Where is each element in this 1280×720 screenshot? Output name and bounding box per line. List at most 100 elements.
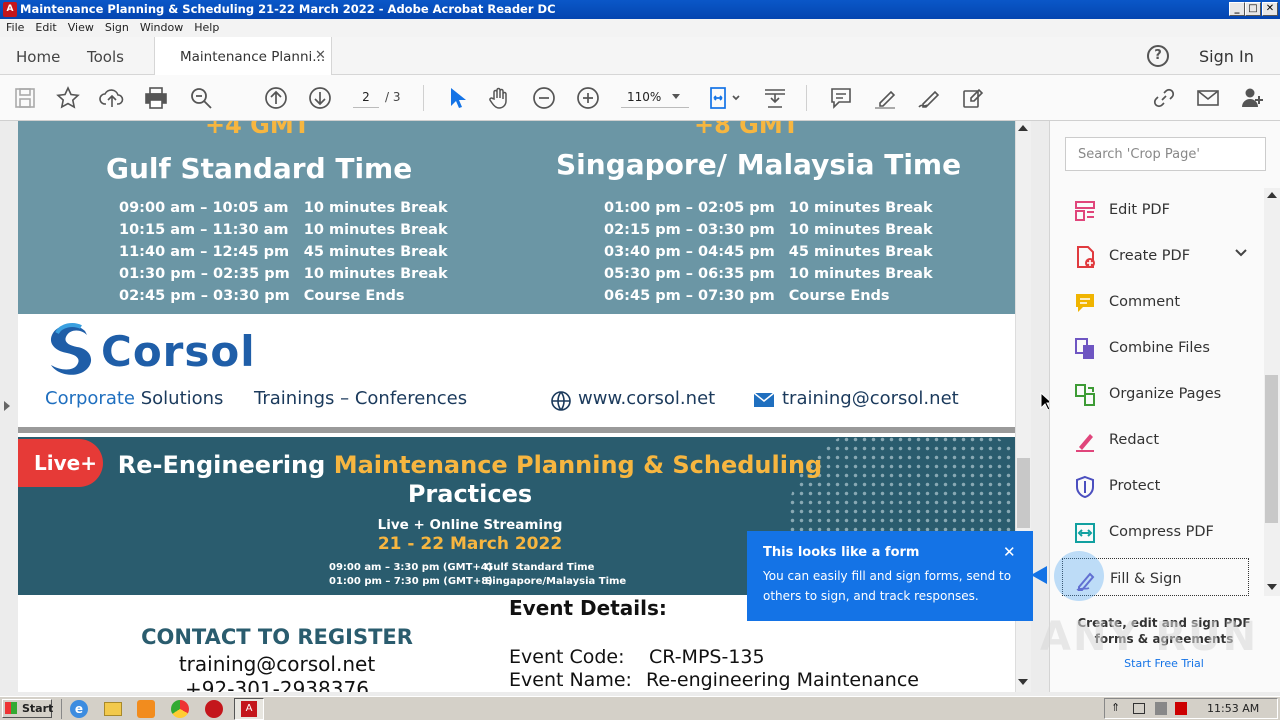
schedule-note: 10 minutes Break bbox=[788, 266, 933, 282]
popup-close-icon[interactable]: ✕ bbox=[1003, 543, 1016, 561]
help-icon[interactable]: ? bbox=[1147, 45, 1169, 67]
tools-search-input[interactable]: Search 'Crop Page' bbox=[1065, 137, 1266, 171]
highlight-pen-icon[interactable] bbox=[872, 85, 898, 111]
contact-email[interactable]: training@corsol.net bbox=[18, 652, 536, 676]
tab-home[interactable]: Home bbox=[16, 48, 60, 66]
previous-page-icon[interactable] bbox=[263, 85, 289, 111]
tool-label: Create PDF bbox=[1109, 248, 1191, 264]
schedule-time: 06:45 pm – 07:30 pm bbox=[604, 288, 775, 304]
tools-panel-scrollbar[interactable] bbox=[1264, 188, 1280, 596]
banner-zone-2: Singapore/Malaysia Time bbox=[485, 576, 627, 587]
tool-redact[interactable]: Redact bbox=[1062, 420, 1249, 458]
maximize-button[interactable]: □ bbox=[1245, 2, 1261, 16]
menu-sign[interactable]: Sign bbox=[99, 19, 134, 34]
internet-explorer-icon[interactable]: e bbox=[70, 700, 88, 718]
zoom-search-icon[interactable] bbox=[188, 85, 214, 111]
add-user-icon[interactable] bbox=[1239, 85, 1265, 111]
chrome-icon[interactable] bbox=[171, 700, 189, 718]
tool-combine-files[interactable]: Combine Files bbox=[1062, 328, 1249, 366]
windows-flag-icon bbox=[5, 702, 17, 714]
zoom-out-icon[interactable] bbox=[531, 85, 557, 111]
scroll-mode-icon[interactable] bbox=[762, 85, 788, 111]
taskbar: Start e A ⇑ 11:53 AM bbox=[0, 696, 1280, 720]
tab-document[interactable]: Maintenance Planni... ✕ bbox=[154, 37, 332, 76]
banner-title: Re-Engineering Maintenance Planning & Sc… bbox=[18, 451, 922, 479]
schedule-time: 05:30 pm – 06:35 pm bbox=[604, 266, 775, 282]
schedule-time: 10:15 am – 11:30 am bbox=[119, 222, 289, 238]
tab-document-label: Maintenance Planni... bbox=[180, 49, 326, 65]
fill-sign-highlight bbox=[1054, 551, 1104, 601]
banner-title-reengineering: Re-Engineering bbox=[117, 451, 326, 479]
security-app-icon[interactable] bbox=[205, 700, 223, 718]
tool-protect[interactable]: Protect bbox=[1062, 466, 1249, 504]
upload-cloud-icon[interactable] bbox=[99, 85, 125, 111]
schedule-time: 09:00 am – 10:05 am bbox=[119, 200, 289, 216]
sign-in-link[interactable]: Sign In bbox=[1199, 47, 1254, 66]
page-number-input[interactable]: 2 bbox=[353, 86, 379, 108]
taskbar-divider bbox=[61, 699, 62, 719]
left-schedule-table: 09:00 am – 10:05 am 10 minutes Break 10:15… bbox=[111, 196, 456, 308]
comment-icon[interactable] bbox=[828, 85, 854, 111]
menu-view[interactable]: View bbox=[62, 19, 99, 34]
menu-file[interactable]: File bbox=[0, 19, 29, 34]
menu-window[interactable]: Window bbox=[134, 19, 188, 34]
schedule-note: 45 minutes Break bbox=[303, 244, 448, 260]
schedule-note: Course Ends bbox=[788, 288, 890, 304]
print-icon[interactable] bbox=[143, 85, 169, 111]
chevron-down-icon[interactable] bbox=[1234, 248, 1248, 258]
form-detected-popup: This looks like a form ✕ You can easily … bbox=[747, 531, 1033, 621]
schedule-row: 02:15 pm – 03:30 pm 10 minutes Break bbox=[598, 220, 939, 240]
zoom-in-icon[interactable] bbox=[575, 85, 601, 111]
email-icon[interactable] bbox=[1195, 85, 1221, 111]
banner-title-practices: Practices bbox=[407, 480, 533, 508]
save-icon[interactable] bbox=[12, 85, 38, 111]
tool-organize-pages[interactable]: Organize Pages bbox=[1062, 374, 1249, 412]
website-link[interactable]: www.corsol.net bbox=[578, 388, 715, 409]
tool-compress-pdf[interactable]: Compress PDF bbox=[1062, 512, 1249, 550]
menu-edit[interactable]: Edit bbox=[29, 19, 61, 34]
tools-panel: Search 'Crop Page' Edit PDF Create PDF Com… bbox=[1049, 121, 1280, 692]
menu-help[interactable]: Help bbox=[188, 19, 224, 34]
brand-section: Corsol Corporate Solutions Trainings – C… bbox=[18, 314, 1015, 429]
tool-edit-pdf[interactable]: Edit PDF bbox=[1062, 190, 1249, 228]
scroll-down-icon[interactable] bbox=[1018, 679, 1028, 685]
panel-scroll-thumb[interactable] bbox=[1265, 375, 1278, 523]
email-link[interactable]: training@corsol.net bbox=[782, 388, 959, 409]
tool-label: Fill & Sign bbox=[1110, 571, 1182, 587]
share-link-icon[interactable] bbox=[1151, 85, 1177, 111]
sign-pen-icon[interactable] bbox=[916, 85, 942, 111]
tray-expand-icon[interactable]: ⇑ bbox=[1111, 701, 1120, 714]
minimize-button[interactable]: _ bbox=[1229, 2, 1245, 16]
fit-page-icon[interactable] bbox=[707, 85, 740, 111]
close-tab-icon[interactable]: ✕ bbox=[315, 48, 326, 63]
network-icon[interactable] bbox=[1133, 703, 1145, 714]
hand-tool-icon[interactable] bbox=[487, 85, 513, 111]
close-window-button[interactable]: ✕ bbox=[1262, 2, 1278, 16]
volume-icon[interactable] bbox=[1155, 702, 1167, 715]
next-page-icon[interactable] bbox=[307, 85, 333, 111]
alert-icon[interactable] bbox=[1175, 702, 1187, 715]
schedule-time: 02:15 pm – 03:30 pm bbox=[604, 222, 775, 238]
acrobat-taskbar-button[interactable]: A bbox=[234, 698, 264, 720]
left-panel-toggle-icon[interactable] bbox=[4, 401, 10, 411]
scroll-thumb[interactable] bbox=[1017, 458, 1030, 528]
panel-scroll-down-icon[interactable] bbox=[1267, 584, 1277, 590]
share-edit-icon[interactable] bbox=[960, 85, 986, 111]
bookmark-star-icon[interactable] bbox=[55, 85, 81, 111]
zoom-dropdown-icon[interactable] bbox=[672, 94, 680, 99]
scroll-up-icon[interactable] bbox=[1018, 125, 1028, 131]
event-name-label: Event Name: bbox=[509, 669, 632, 691]
select-cursor-icon[interactable] bbox=[443, 85, 469, 111]
file-explorer-icon[interactable] bbox=[104, 702, 122, 716]
event-code: CR-MPS-135 bbox=[649, 646, 765, 668]
tab-tools[interactable]: Tools bbox=[87, 48, 124, 66]
toolbar-divider bbox=[423, 85, 424, 111]
tool-comment[interactable]: Comment bbox=[1062, 282, 1249, 320]
tool-create-pdf[interactable]: Create PDF bbox=[1062, 236, 1249, 274]
banner-title-main: Maintenance Planning & Scheduling bbox=[333, 451, 823, 479]
schedule-time: 02:45 pm – 03:30 pm bbox=[119, 288, 290, 304]
media-player-icon[interactable] bbox=[137, 700, 155, 718]
panel-scroll-up-icon[interactable] bbox=[1267, 192, 1277, 198]
tool-label: Edit PDF bbox=[1109, 202, 1170, 218]
create-pdf-icon bbox=[1073, 245, 1097, 269]
